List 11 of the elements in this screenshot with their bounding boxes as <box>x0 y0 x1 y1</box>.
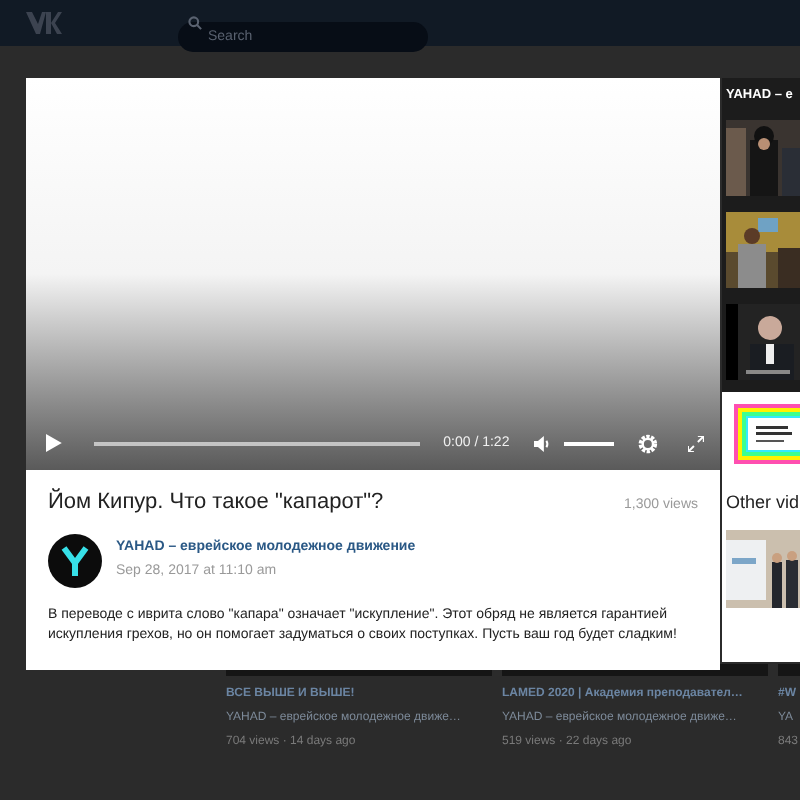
progress-bar[interactable] <box>93 441 420 446</box>
settings-icon[interactable] <box>638 433 659 454</box>
logo-thumbnail[interactable] <box>734 404 800 464</box>
play-icon[interactable] <box>46 434 62 453</box>
volume-icon[interactable] <box>533 435 552 452</box>
channel-avatar[interactable] <box>48 533 102 587</box>
search-icon <box>188 16 202 30</box>
video-title: Йом Кипур. Что такое "капарот"? <box>48 486 384 518</box>
fullscreen-icon[interactable] <box>688 435 704 452</box>
section-title: Other vid <box>726 490 800 516</box>
volume-slider[interactable] <box>563 441 615 446</box>
